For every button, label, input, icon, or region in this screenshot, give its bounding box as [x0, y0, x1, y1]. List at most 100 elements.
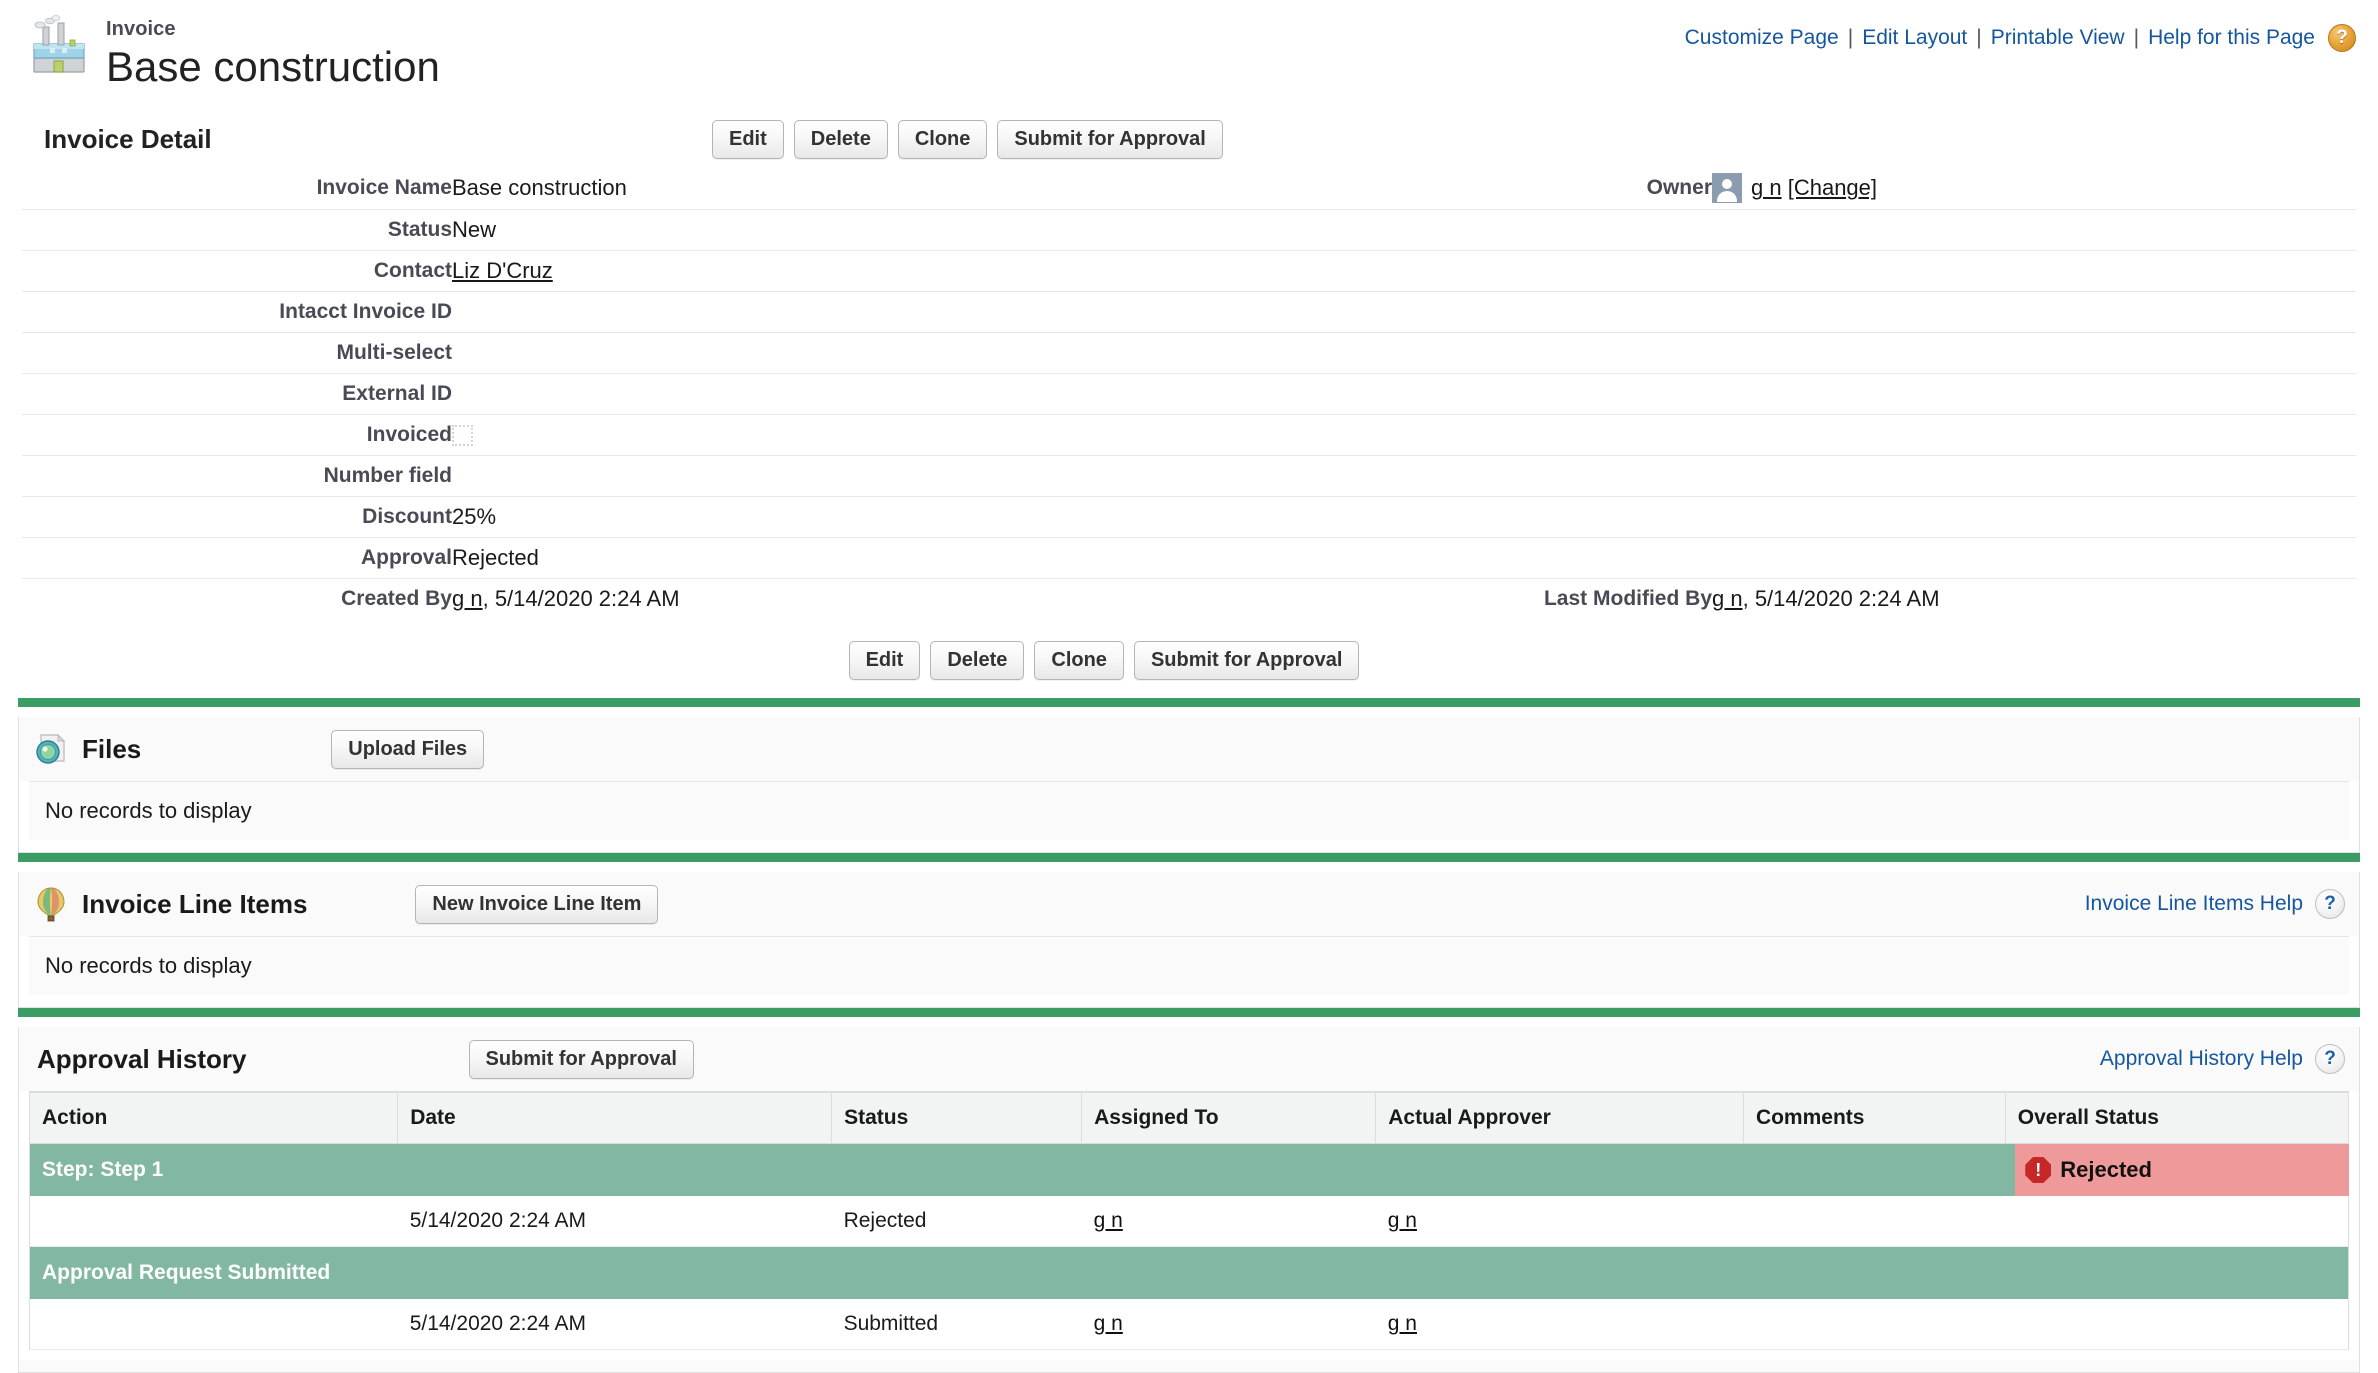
actual-approver-link[interactable]: g n: [1388, 1209, 1417, 1232]
field-label-discount: Discount: [22, 495, 452, 537]
row-assigned-to: g n: [1081, 1196, 1376, 1247]
field-row-discount: Discount 25%: [22, 495, 2356, 537]
row-action: Step: Step 1: [30, 1143, 398, 1196]
edit-button-bottom[interactable]: Edit: [848, 641, 921, 680]
clone-button[interactable]: Clone: [897, 119, 988, 159]
row-actual-approver: [1375, 1246, 1744, 1299]
clone-button-bottom[interactable]: Clone: [1034, 641, 1124, 680]
column-header-comments[interactable]: Comments: [1743, 1092, 2006, 1144]
actual-approver-link[interactable]: g n: [1388, 1312, 1417, 1335]
invoice-detail-section: Invoice Detail Edit Delete Clone Submit …: [0, 110, 2378, 698]
error-octagon-icon: !: [2025, 1157, 2052, 1183]
column-header-status[interactable]: Status: [831, 1092, 1083, 1144]
user-avatar-icon: [1712, 173, 1742, 204]
field-row-created-by: Created By g n, 5/14/2020 2:24 AM Last M…: [22, 577, 2356, 619]
column-header-actual-approver[interactable]: Actual Approver: [1375, 1092, 1744, 1144]
invoiced-checkbox: [452, 425, 473, 447]
row-actual-approver: g n: [1375, 1196, 1744, 1247]
page-title: Base construction: [106, 43, 440, 90]
detail-fields-table: Invoice Name Base construction Owner g n…: [22, 168, 2356, 619]
files-panel-accent-bar: [18, 698, 2360, 707]
field-value-status: New: [452, 208, 1152, 250]
row-action: [30, 1298, 398, 1350]
line-items-panel-accent-bar: [18, 853, 2360, 862]
submit-for-approval-button-bottom[interactable]: Submit for Approval: [1133, 641, 1360, 680]
row-comments: [1743, 1246, 2006, 1299]
field-value-created-by: g n, 5/14/2020 2:24 AM: [452, 577, 1152, 619]
field-value-number-field: [452, 454, 1152, 496]
field-label-external-id: External ID: [22, 372, 452, 414]
row-action: Approval Request Submitted: [30, 1246, 398, 1299]
field-value-external-id: [452, 372, 1152, 414]
field-value-intacct-invoice-id: [452, 290, 1152, 332]
edit-button[interactable]: Edit: [712, 119, 784, 159]
field-row-contact: Contact Liz D'Cruz: [22, 249, 2356, 291]
line-items-panel-header: Invoice Line Items New Invoice Line Item…: [19, 872, 2359, 936]
field-label-created-by: Created By: [22, 577, 452, 619]
files-panel-header: Files Upload Files: [19, 717, 2359, 781]
owner-user-link[interactable]: g n: [1751, 175, 1782, 201]
field-label-intacct-invoice-id: Intacct Invoice ID: [22, 290, 452, 332]
printable-view-link[interactable]: Printable View: [1991, 26, 2125, 50]
created-by-date: , 5/14/2020 2:24 AM: [482, 585, 680, 611]
approval-history-help-link[interactable]: Approval History Help: [2100, 1047, 2303, 1071]
created-by-user-link[interactable]: g n: [452, 586, 483, 611]
link-separator-3: |: [2133, 26, 2140, 49]
factory-icon: [26, 14, 92, 80]
field-label-status: Status: [22, 208, 452, 250]
delete-button[interactable]: Delete: [793, 119, 888, 159]
files-empty-message: No records to display: [29, 781, 2349, 840]
approval-history-help: Approval History Help ?: [2100, 1044, 2345, 1074]
line-items-help-icon[interactable]: ?: [2315, 889, 2345, 919]
row-date: [397, 1143, 832, 1196]
record-type-label: Invoice: [106, 18, 176, 40]
link-separator-2: |: [1976, 26, 1982, 49]
help-for-this-page-link[interactable]: Help for this Page: [2148, 26, 2315, 50]
column-header-assigned-to[interactable]: Assigned To: [1081, 1092, 1377, 1144]
last-modified-by-user-link[interactable]: g n: [1712, 586, 1743, 611]
row-overall-status: [2005, 1246, 2348, 1299]
row-comments: [1743, 1298, 2006, 1350]
field-row-invoice-name: Invoice Name Base construction Owner g n…: [22, 168, 2356, 209]
delete-button-bottom[interactable]: Delete: [930, 641, 1025, 680]
row-status: [831, 1246, 1082, 1299]
contact-link[interactable]: Liz D'Cruz: [452, 258, 553, 283]
row-actual-approver: g n: [1375, 1298, 1744, 1350]
owner-change-link[interactable]: [Change]: [1788, 175, 1877, 201]
field-label-approval: Approval: [22, 536, 452, 578]
edit-layout-link[interactable]: Edit Layout: [1862, 26, 1967, 50]
column-header-overall-status[interactable]: Overall Status: [2005, 1092, 2348, 1144]
help-icon[interactable]: ?: [2328, 24, 2356, 52]
row-action: [30, 1196, 398, 1247]
status-badge-label: Rejected: [2060, 1157, 2152, 1182]
upload-files-button[interactable]: Upload Files: [331, 729, 485, 769]
row-overall-status: [2005, 1196, 2348, 1247]
page-header: Invoice Base construction Customize Page…: [0, 0, 2378, 110]
field-label-contact: Contact: [22, 249, 452, 291]
approval-history-panel-header: Approval History Submit for Approval App…: [19, 1027, 2359, 1091]
assigned-to-link[interactable]: g n: [1094, 1209, 1123, 1232]
submit-for-approval-button[interactable]: Submit for Approval: [997, 119, 1223, 159]
row-overall-status: ! Rejected: [2005, 1143, 2349, 1196]
assigned-to-link[interactable]: g n: [1094, 1312, 1123, 1335]
approval-history-table-wrap: Action Date Status Assigned To Actual Ap…: [29, 1091, 2349, 1350]
row-assigned-to: [1081, 1246, 1376, 1299]
approval-history-table: Action Date Status Assigned To Actual Ap…: [30, 1092, 2349, 1350]
column-header-action[interactable]: Action: [30, 1092, 399, 1144]
invoice-line-items-help-link[interactable]: Invoice Line Items Help: [2085, 892, 2303, 916]
row-date: [397, 1246, 832, 1299]
field-value-approval: Rejected: [452, 536, 1152, 578]
customize-page-link[interactable]: Customize Page: [1685, 26, 1839, 50]
line-items-panel-title: Invoice Line Items: [82, 888, 308, 919]
table-row: 5/14/2020 2:24 AM Submitted g n g n: [30, 1298, 2348, 1350]
approval-history-help-icon[interactable]: ?: [2315, 1044, 2345, 1074]
field-label-multi-select: Multi-select: [22, 331, 452, 373]
files-disc-icon: [31, 729, 71, 769]
row-status: [831, 1143, 1082, 1196]
approval-history-submit-for-approval-button[interactable]: Submit for Approval: [468, 1039, 694, 1079]
approval-history-panel: Approval History Submit for Approval App…: [18, 1027, 2360, 1373]
column-header-date[interactable]: Date: [397, 1092, 833, 1144]
new-invoice-line-item-button[interactable]: New Invoice Line Item: [415, 884, 659, 924]
field-row-status: Status New: [22, 208, 2356, 250]
field-row-number-field: Number field: [22, 454, 2356, 496]
